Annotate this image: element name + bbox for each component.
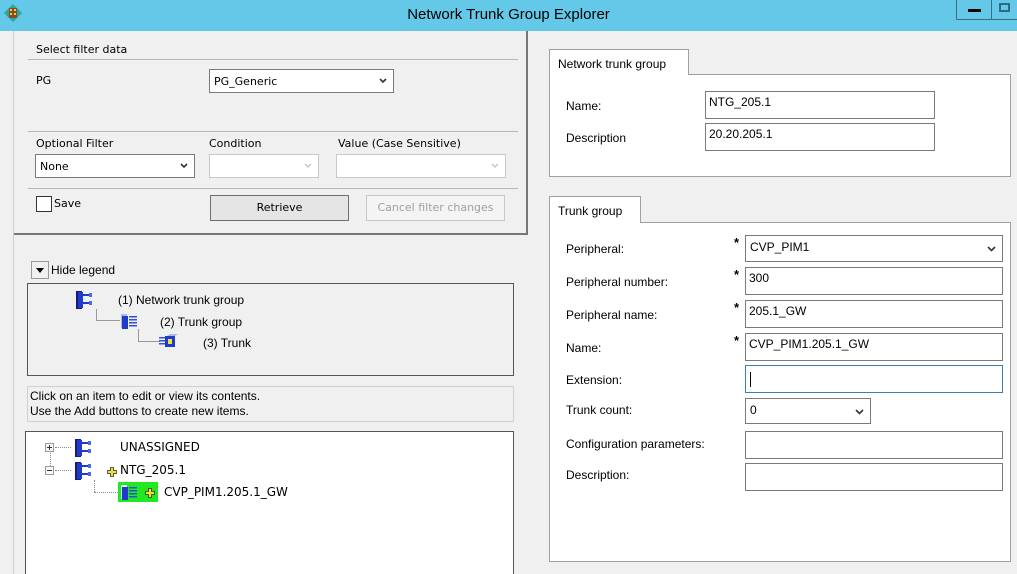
- details-panel: Network trunk group Name: * NTG_205.1 De…: [528, 31, 1017, 574]
- trunk-count-value: 0: [750, 403, 757, 417]
- maximize-icon: [999, 3, 1010, 12]
- value-select[interactable]: [336, 154, 506, 178]
- optional-filter-select[interactable]: None: [35, 154, 195, 178]
- tree-connector: [55, 470, 71, 471]
- trunk-group-icon: [121, 485, 137, 500]
- left-edge: [0, 31, 14, 574]
- collapse-button[interactable]: [45, 466, 54, 475]
- pg-label: PG: [36, 74, 52, 87]
- divider: [28, 59, 518, 60]
- minimize-icon: [968, 9, 981, 12]
- config-params-label: Configuration parameters:: [566, 437, 705, 451]
- required-mark: *: [734, 267, 740, 282]
- tg-name-value: CVP_PIM1.205.1_GW: [749, 337, 870, 351]
- tree-connector: [55, 447, 71, 448]
- hide-legend-label: Hide legend: [51, 263, 116, 277]
- required-mark: *: [734, 333, 740, 348]
- trunk-count-select[interactable]: 0: [745, 398, 871, 424]
- legend-connector: [96, 309, 120, 321]
- legend-item-trunk: (3) Trunk: [203, 336, 252, 350]
- save-label: Save: [54, 197, 82, 210]
- tg-description-label: Description:: [566, 468, 630, 482]
- maximize-button[interactable]: [991, 0, 1017, 20]
- trunk-icon: [159, 334, 178, 347]
- modified-plus-icon: [145, 488, 155, 498]
- tree-connector: [94, 480, 95, 492]
- help-line-1: Click on an item to edit or view its con…: [30, 389, 261, 403]
- filter-section-title: Select filter data: [36, 43, 128, 56]
- legend-item-trunk-group: (2) Trunk group: [160, 315, 243, 329]
- trunk-group-icon: [121, 314, 137, 329]
- chevron-down-icon: [304, 163, 312, 168]
- help-line-2: Use the Add buttons to create new items.: [30, 404, 249, 418]
- cancel-filter-changes-button[interactable]: Cancel filter changes: [366, 195, 505, 221]
- text-cursor: [750, 372, 751, 387]
- help-text: Click on an item to edit or view its con…: [27, 386, 514, 422]
- tree-node-unassigned[interactable]: UNASSIGNED: [120, 440, 200, 454]
- peripheral-label: Peripheral:: [566, 242, 625, 256]
- tree-connector: [94, 492, 118, 493]
- minimize-button[interactable]: [956, 0, 992, 20]
- tg-name-input[interactable]: CVP_PIM1.205.1_GW: [745, 333, 1003, 361]
- required-mark: *: [734, 235, 740, 250]
- network-trunk-group-icon: [75, 439, 91, 457]
- peripheral-number-label: Peripheral number:: [566, 275, 669, 289]
- config-params-input[interactable]: [745, 431, 1003, 459]
- window-title: Network Trunk Group Explorer: [407, 6, 610, 23]
- peripheral-value: CVP_PIM1: [750, 240, 810, 254]
- tree-view[interactable]: UNASSIGNED NTG_205.1 CVP_PIM1.205.1_GW: [25, 431, 514, 574]
- tree-node-trunk-group[interactable]: CVP_PIM1.205.1_GW: [164, 485, 288, 499]
- optional-filter-value: None: [40, 160, 69, 173]
- extension-label: Extension:: [566, 373, 623, 387]
- tab-network-trunk-group[interactable]: Network trunk group: [549, 49, 689, 75]
- network-trunk-group-icon: [75, 462, 91, 480]
- peripheral-number-value: 300: [749, 271, 770, 285]
- condition-select[interactable]: [209, 154, 319, 178]
- chevron-down-icon: [491, 163, 499, 168]
- peripheral-name-input[interactable]: 205.1_GW: [745, 300, 1003, 328]
- title-bar: Network Trunk Group Explorer: [0, 0, 1017, 31]
- triangle-down-icon: [36, 268, 44, 273]
- tg-name-label: Name:: [566, 341, 602, 355]
- tg-description-input[interactable]: [745, 463, 1003, 491]
- modified-plus-icon: [107, 467, 117, 477]
- peripheral-name-label: Peripheral name:: [566, 308, 658, 322]
- tab-trunk-group[interactable]: Trunk group: [549, 196, 641, 223]
- ntg-name-input[interactable]: NTG_205.1: [705, 91, 935, 119]
- pg-select[interactable]: PG_Generic: [209, 69, 394, 93]
- ntg-name-label: Name:: [566, 99, 602, 113]
- retrieve-button[interactable]: Retrieve: [210, 195, 349, 221]
- divider: [28, 131, 518, 132]
- required-mark: *: [734, 300, 740, 315]
- network-trunk-group-icon: [76, 291, 92, 309]
- legend-connector: [138, 329, 160, 342]
- condition-label: Condition: [209, 137, 262, 150]
- save-checkbox[interactable]: [36, 196, 52, 212]
- trunk-count-label: Trunk count:: [566, 403, 633, 417]
- peripheral-select[interactable]: CVP_PIM1: [745, 235, 1003, 262]
- legend-box: (1) Network trunk group (2) Trunk group …: [27, 283, 514, 376]
- legend-item-network-trunk-group: (1) Network trunk group: [118, 293, 245, 307]
- chevron-down-icon: [987, 246, 996, 252]
- chevron-down-icon: [180, 163, 188, 169]
- extension-input[interactable]: [745, 365, 1003, 393]
- value-label: Value (Case Sensitive): [338, 137, 461, 150]
- ntg-name-value: NTG_205.1: [709, 95, 772, 109]
- tree-connector: [50, 453, 51, 466]
- optional-filter-label: Optional Filter: [36, 137, 114, 150]
- legend-toggle-button[interactable]: [31, 261, 49, 279]
- peripheral-number-input[interactable]: 300: [745, 267, 1003, 295]
- ntg-description-label: Description: [566, 131, 627, 145]
- divider: [28, 188, 518, 189]
- filter-panel: Select filter data PG PG_Generic Optiona…: [14, 31, 528, 235]
- ntg-description-input[interactable]: 20.20.205.1: [705, 123, 935, 151]
- expand-button[interactable]: [45, 443, 54, 452]
- tree-node-ntg[interactable]: NTG_205.1: [120, 463, 186, 477]
- chevron-down-icon: [855, 409, 864, 415]
- pg-select-value: PG_Generic: [214, 75, 278, 88]
- peripheral-name-value: 205.1_GW: [749, 304, 807, 318]
- ntg-description-value: 20.20.205.1: [709, 127, 773, 141]
- chevron-down-icon: [379, 78, 387, 84]
